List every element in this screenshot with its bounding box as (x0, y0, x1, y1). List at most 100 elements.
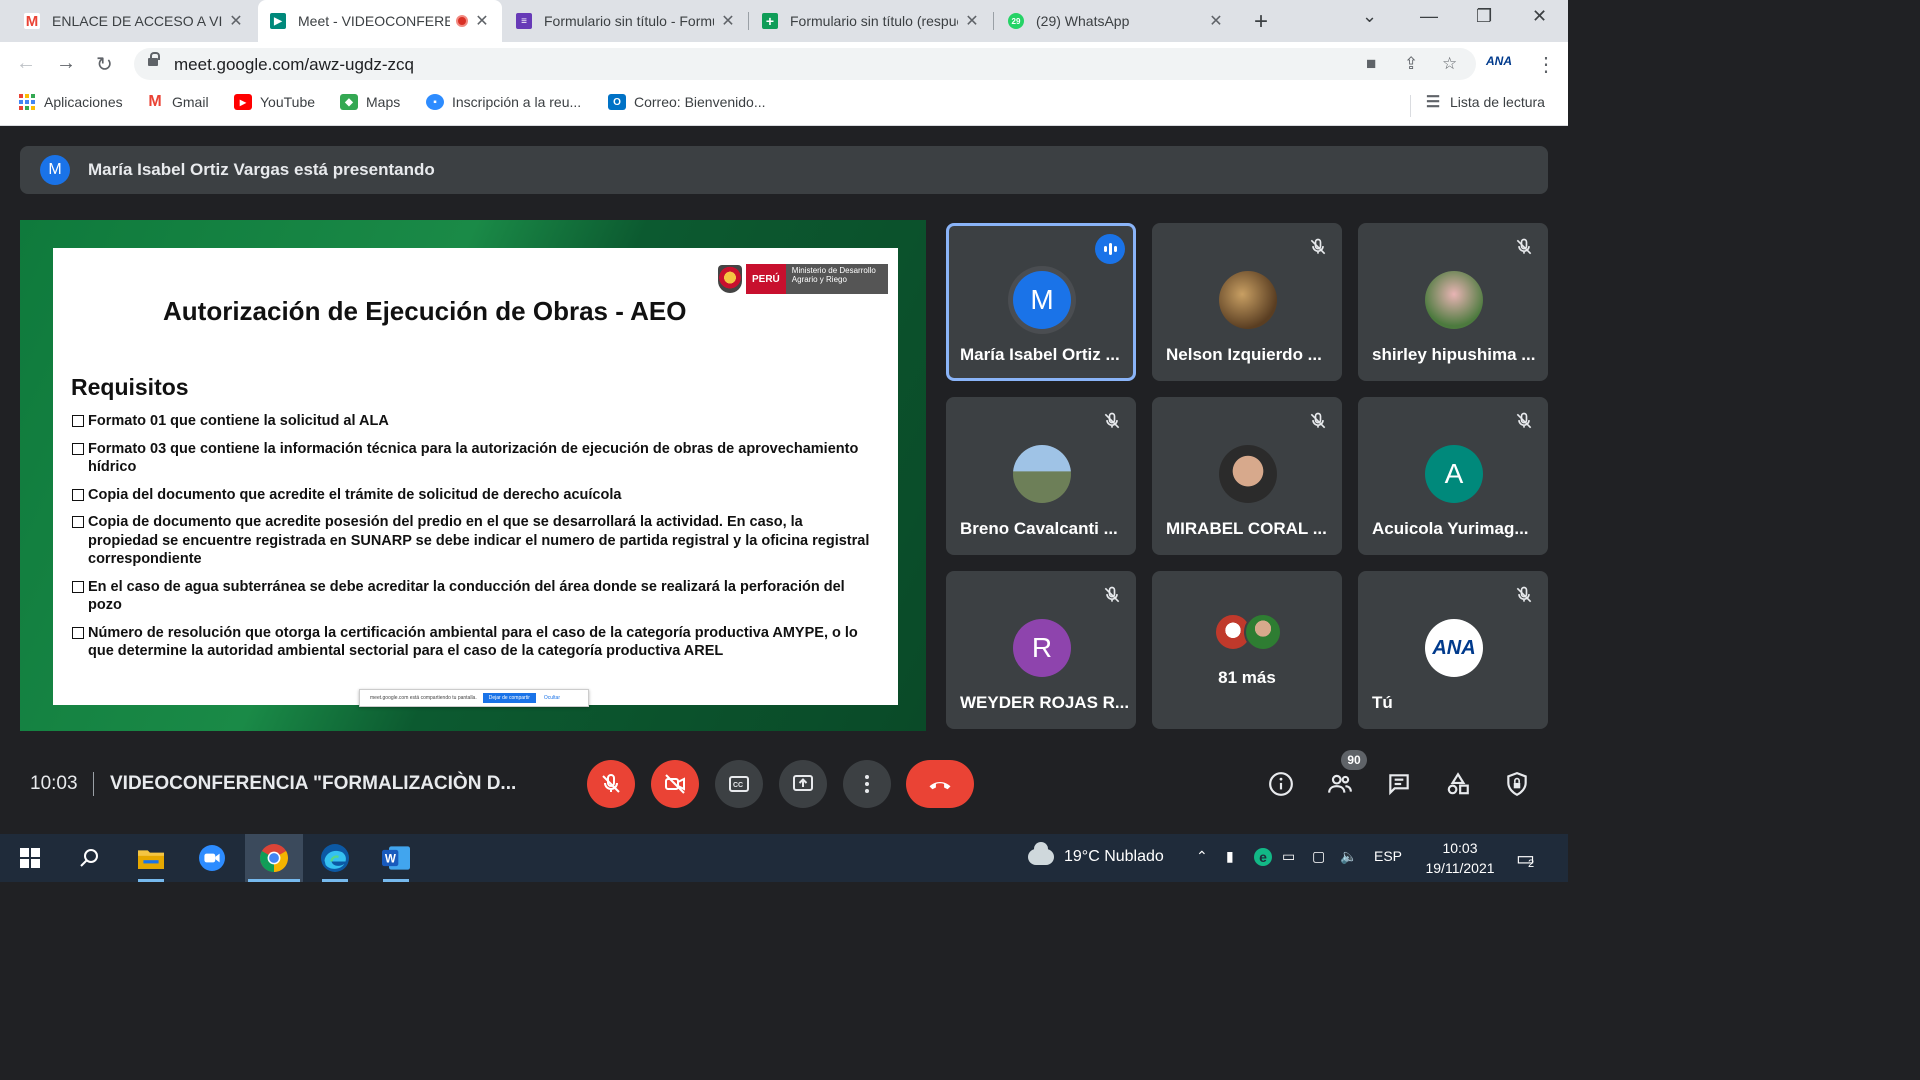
requirements-list: Formato 01 que contiene la solicitud al … (71, 412, 871, 670)
more-options-button[interactable] (843, 760, 891, 808)
chrome-app-button[interactable] (258, 842, 290, 874)
open-indicator (138, 879, 164, 882)
zoom-app-button[interactable] (196, 842, 228, 874)
chrome-icon (260, 844, 288, 872)
search-button[interactable] (74, 842, 106, 874)
tab-sheets[interactable]: + Formulario sin título (respuestas) ✕ (750, 0, 992, 42)
microphone-icon[interactable]: ▮ (1226, 848, 1234, 865)
tab-title: Formulario sin título - Formularios de G… (544, 13, 714, 29)
participant-tile[interactable]: shirley hipushima ... (1358, 223, 1548, 381)
meeting-details-button[interactable] (1268, 771, 1294, 797)
bookmark-apps[interactable]: Aplicaciones (18, 94, 123, 110)
tab-whatsapp[interactable]: 29 (29) WhatsApp ✕ (996, 0, 1236, 42)
stop-sharing-button[interactable]: Dejar de compartir (482, 693, 536, 703)
bookmark-maps[interactable]: ◆ Maps (340, 94, 400, 110)
share-icon[interactable]: ⇪ (1404, 54, 1418, 74)
tab-strip: M ENLACE DE ACCESO A VIDEOCONFERENCIA ✕ … (0, 0, 1568, 42)
chat-button[interactable] (1386, 771, 1412, 797)
language-indicator[interactable]: ESP (1374, 848, 1402, 864)
weather-widget[interactable]: 19°C Nublado (1028, 842, 1164, 866)
edge-app-button[interactable] (319, 842, 351, 874)
word-app-button[interactable]: W (380, 842, 412, 874)
self-tile[interactable]: ANA Tú (1358, 571, 1548, 729)
participant-tile[interactable]: MIRABEL CORAL ... (1152, 397, 1342, 555)
tab-search-icon[interactable]: ⌄ (1362, 6, 1377, 27)
participant-count-badge: 90 (1341, 750, 1367, 770)
url-text[interactable]: meet.google.com/awz-ugdz-zcq (174, 55, 414, 75)
apps-grid-icon (18, 94, 36, 110)
participant-tile[interactable]: Breno Cavalcanti ... (946, 397, 1136, 555)
restore-icon[interactable]: ❐ (1476, 6, 1492, 27)
hide-notice-button[interactable]: Ocultar (544, 695, 560, 701)
close-icon[interactable]: ✕ (1208, 11, 1224, 31)
activities-button[interactable] (1445, 771, 1471, 797)
participant-name: Breno Cavalcanti ... (960, 519, 1118, 538)
forward-icon[interactable]: → (56, 52, 76, 75)
mic-off-icon (1514, 411, 1534, 431)
bookmark-youtube[interactable]: ▶ YouTube (234, 94, 315, 110)
tab-gmail[interactable]: M ENLACE DE ACCESO A VIDEOCONFERENCIA ✕ (12, 0, 256, 42)
notification-count: 2 (1528, 858, 1535, 870)
profile-avatar[interactable]: ANA (1486, 54, 1512, 68)
participants-button[interactable] (1327, 771, 1353, 797)
recording-icon (456, 15, 468, 27)
screen-share-stage[interactable]: PERÚ Ministerio de Desarrollo Agrario y … (20, 220, 926, 731)
participant-tile[interactable]: M María Isabel Ortiz ... (946, 223, 1136, 381)
bookmark-outlook[interactable]: O Correo: Bienvenido... (608, 94, 766, 110)
tab-meet[interactable]: ▶ Meet - VIDEOCONFERENCIA ✕ (258, 0, 502, 42)
camera-icon[interactable]: ■ (1366, 54, 1376, 74)
back-icon[interactable]: ← (16, 52, 36, 75)
file-explorer-button[interactable] (135, 842, 167, 874)
bookmark-star-icon[interactable]: ☆ (1442, 54, 1457, 74)
bookmark-gmail[interactable]: M Gmail (146, 93, 209, 110)
host-controls-button[interactable] (1504, 771, 1530, 797)
svg-text:CC: CC (733, 782, 743, 789)
list-item: Formato 03 que contiene la información t… (71, 440, 871, 477)
participant-name: María Isabel Ortiz ... (960, 345, 1120, 364)
participant-name: Acuicola Yurimag... (1372, 519, 1529, 538)
participant-tile[interactable]: R WEYDER ROJAS R... (946, 571, 1136, 729)
gmail-icon: M (148, 93, 162, 110)
windows-logo-icon (20, 848, 40, 868)
volume-icon[interactable]: 🔈 (1340, 848, 1357, 865)
edge-tray-icon[interactable]: e (1254, 848, 1272, 866)
close-icon[interactable]: ✕ (720, 11, 736, 31)
avatar-photo (1219, 271, 1277, 329)
lock-icon[interactable] (148, 52, 160, 68)
camera-toggle-button[interactable] (651, 760, 699, 808)
tab-forms[interactable]: ≡ Formulario sin título - Formularios de… (504, 0, 748, 42)
close-icon[interactable]: ✕ (228, 11, 244, 31)
bookmark-label: YouTube (260, 94, 316, 110)
present-now-button[interactable] (779, 760, 827, 808)
bookmark-zoom[interactable]: ▪ Inscripción a la reu... (426, 94, 581, 110)
new-tab-button[interactable]: + (1254, 8, 1268, 36)
minimize-icon[interactable]: — (1420, 6, 1438, 27)
tray-expand-icon[interactable]: ⌃ (1196, 848, 1208, 865)
close-window-icon[interactable]: ✕ (1532, 6, 1547, 27)
reload-icon[interactable]: ↻ (96, 52, 113, 77)
share-notice-text: meet.google.com está compartiendo tu pan… (370, 695, 477, 701)
start-button[interactable] (14, 842, 46, 874)
mic-toggle-button[interactable] (587, 760, 635, 808)
network-icon[interactable]: ▢ (1312, 848, 1325, 865)
reading-list[interactable]: ☰ Lista de lectura (1424, 94, 1545, 111)
avatar: M (1013, 271, 1071, 329)
bookmark-label: Gmail (172, 94, 209, 110)
participant-tile[interactable]: Nelson Izquierdo ... (1152, 223, 1342, 381)
word-icon: W (382, 846, 410, 870)
close-icon[interactable]: ✕ (474, 11, 490, 31)
youtube-icon: ▶ (234, 94, 252, 110)
sheets-icon: + (762, 13, 778, 29)
more-participants-tile[interactable]: 81 más (1152, 571, 1342, 729)
tab-title: Meet - VIDEOCONFERENCIA (298, 13, 450, 29)
system-clock[interactable]: 10:03 19/11/2021 (1410, 838, 1510, 878)
address-bar[interactable]: meet.google.com/awz-ugdz-zcq ■ ⇪ ☆ (134, 48, 1476, 80)
leave-call-button[interactable] (906, 760, 974, 808)
close-icon[interactable]: ✕ (964, 11, 980, 31)
battery-icon[interactable]: ▭ (1282, 848, 1295, 865)
bookmark-label: Aplicaciones (44, 94, 123, 110)
participant-tile[interactable]: A Acuicola Yurimag... (1358, 397, 1548, 555)
info-icon (1269, 772, 1293, 796)
captions-button[interactable]: CC (715, 760, 763, 808)
browser-menu-icon[interactable]: ⋮ (1536, 52, 1556, 77)
